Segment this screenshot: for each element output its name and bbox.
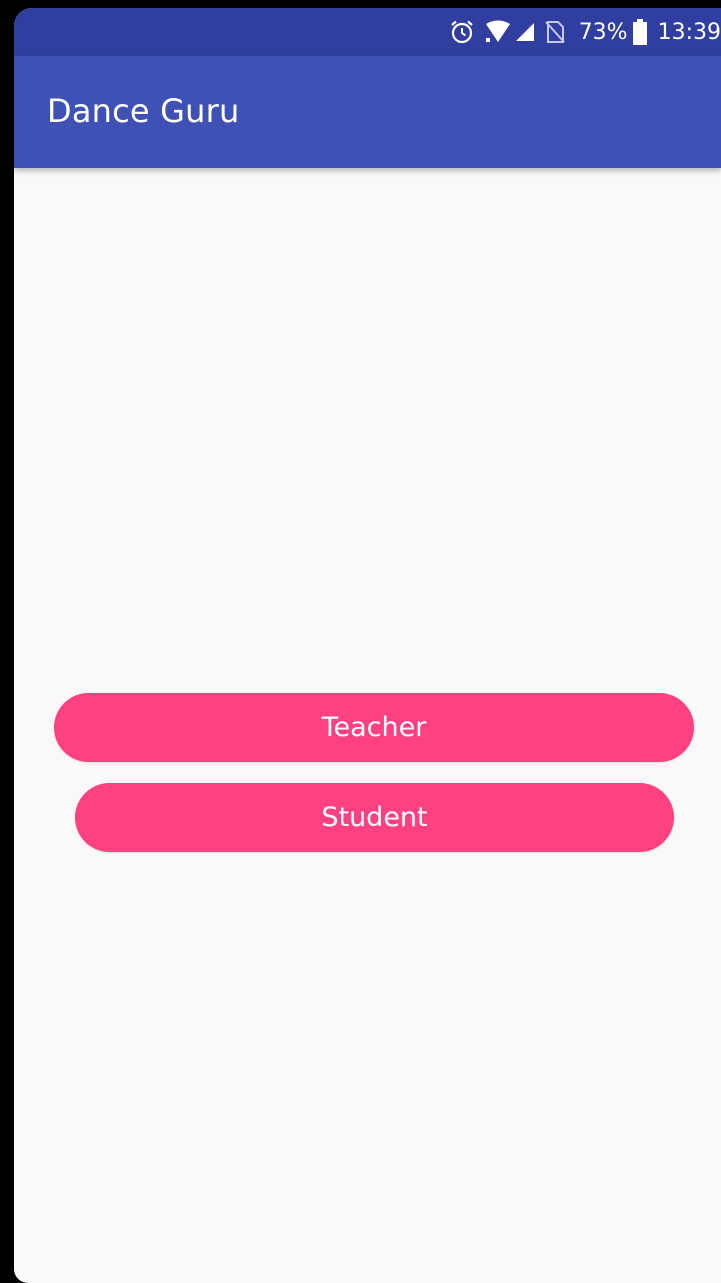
app-bar: Dance Guru	[14, 56, 721, 168]
signal-icon	[515, 22, 535, 42]
battery-icon	[632, 18, 648, 46]
status-icons: 73% 13:39	[449, 8, 721, 56]
student-button[interactable]: Student	[75, 783, 674, 852]
battery-percent: 73%	[578, 19, 628, 45]
teacher-button[interactable]: Teacher	[54, 693, 694, 762]
status-bar: 73% 13:39	[14, 8, 721, 56]
phone-screen: 73% 13:39 Dance Guru Teacher Student	[14, 8, 721, 1283]
wifi-icon	[485, 20, 511, 44]
alarm-icon	[449, 19, 475, 45]
app-title: Dance Guru	[47, 92, 240, 130]
status-clock: 13:39	[657, 19, 721, 45]
no-sim-icon	[544, 21, 565, 43]
